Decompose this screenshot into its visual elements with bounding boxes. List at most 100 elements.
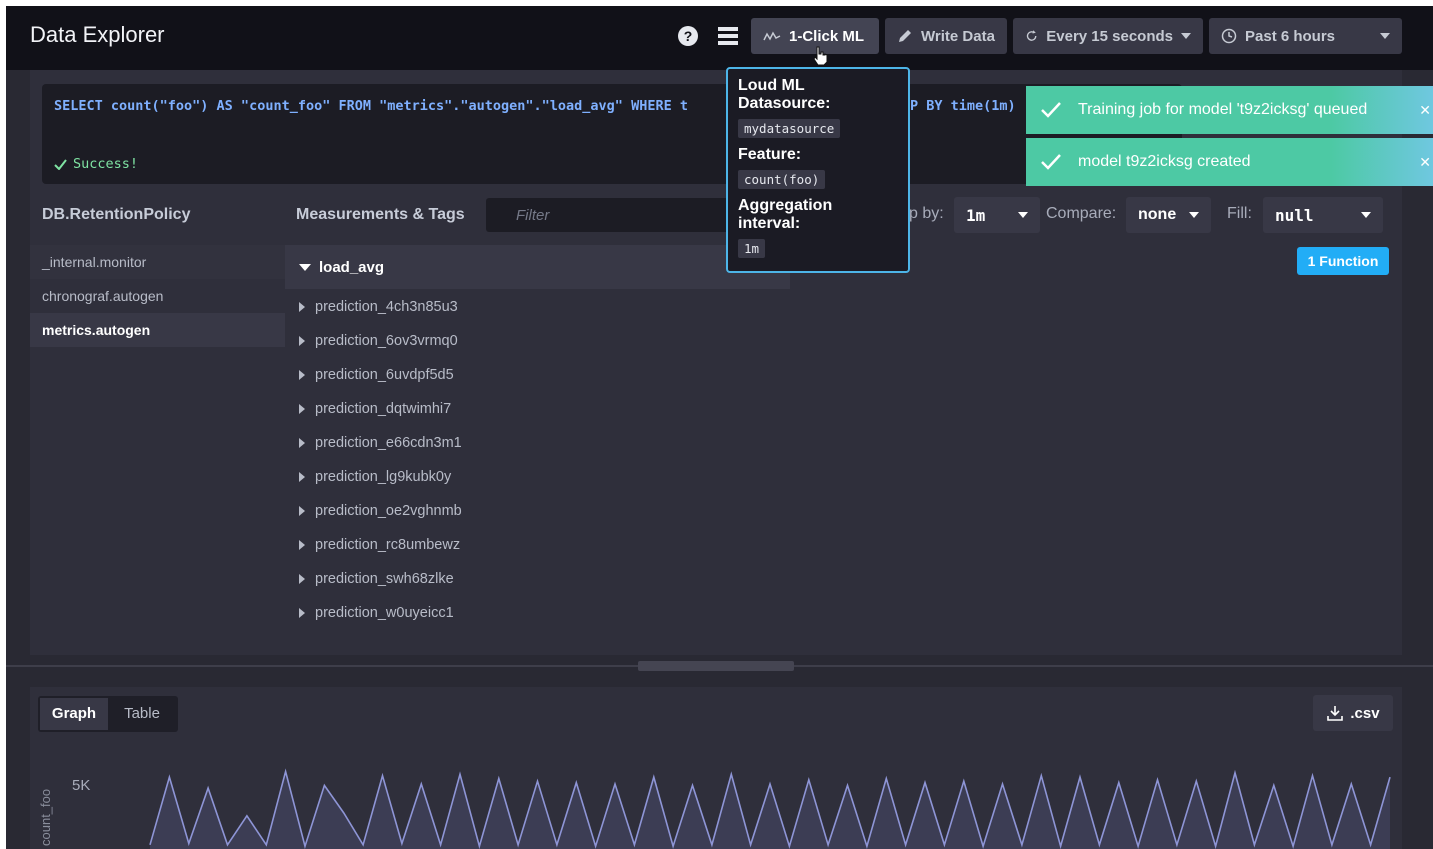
time-range-dropdown[interactable]: Past 6 hours — [1209, 18, 1402, 54]
chevron-down-icon — [1380, 33, 1390, 39]
query-text: SELECT count("foo") AS "count_foo" FROM … — [54, 98, 688, 114]
measurement-label: prediction_lg9kubk0y — [315, 469, 452, 485]
measurement-list: prediction_4ch3n85u3 prediction_6ov3vrmq… — [299, 290, 699, 630]
write-data-label: Write Data — [921, 27, 995, 45]
download-csv-label: .csv — [1350, 704, 1380, 722]
notification-text: Training job for model 't9z2icksg' queue… — [1078, 101, 1368, 118]
y-axis-label: count_foo — [38, 789, 53, 846]
measurement-label: prediction_oe2vghnmb — [315, 503, 462, 519]
clock-icon — [1221, 28, 1237, 44]
top-bar: Data Explorer ? 1-Click ML Write Data Ev… — [6, 6, 1433, 70]
compare-value: none — [1138, 206, 1177, 223]
compare-select[interactable]: none — [1126, 197, 1211, 233]
measurement-label: prediction_swh68zlke — [315, 571, 454, 587]
resize-handle[interactable] — [638, 661, 794, 671]
check-icon — [1041, 102, 1061, 118]
caret-right-icon — [299, 336, 305, 346]
close-icon[interactable]: ✕ — [1419, 102, 1431, 119]
caret-right-icon — [299, 608, 305, 618]
caret-right-icon — [299, 506, 305, 516]
measurement-item[interactable]: prediction_rc8umbewz — [299, 528, 699, 562]
table-list-icon[interactable] — [716, 24, 740, 48]
download-csv-button[interactable]: .csv — [1313, 695, 1393, 731]
chart-series — [149, 768, 1391, 849]
measurement-item[interactable]: prediction_w0uyeicc1 — [299, 596, 699, 630]
query-text-tail: P BY time(1m) — [910, 98, 1016, 114]
measurement-label: prediction_dqtwimhi7 — [315, 401, 452, 417]
datasource-label: Loud ML Datasource: — [738, 77, 831, 112]
database-item-selected[interactable]: metrics.autogen — [30, 313, 285, 347]
selected-measurement-label: load_avg — [319, 258, 385, 276]
group-by-label: p by: — [909, 205, 944, 222]
notification-model-created[interactable]: model t9z2icksg created ✕ — [1026, 138, 1433, 186]
caret-right-icon — [299, 370, 305, 380]
fill-select[interactable]: null — [1263, 197, 1383, 233]
svg-text:?: ? — [684, 28, 693, 44]
fill-label: Fill: — [1227, 205, 1252, 222]
measurement-item[interactable]: prediction_lg9kubk0y — [299, 460, 699, 494]
function-count-badge[interactable]: 1 Function — [1297, 247, 1389, 275]
time-range-label: Past 6 hours — [1245, 27, 1336, 45]
ml-tooltip: Loud ML Datasource: mydatasource Feature… — [726, 67, 910, 273]
selected-measurement[interactable]: load_avg — [285, 245, 790, 289]
db-retention-header: DB.RetentionPolicy — [42, 206, 191, 223]
measurement-item[interactable]: prediction_oe2vghnmb — [299, 494, 699, 528]
refresh-interval-dropdown[interactable]: Every 15 seconds — [1013, 18, 1203, 54]
measurement-item[interactable]: prediction_swh68zlke — [299, 562, 699, 596]
hand-cursor-icon — [813, 46, 828, 66]
measurement-label: prediction_rc8umbewz — [315, 537, 461, 553]
fill-value: null — [1275, 205, 1314, 225]
help-icon[interactable]: ? — [676, 24, 700, 48]
caret-right-icon — [299, 540, 305, 550]
view-tabs: Graph Table — [38, 696, 178, 732]
measurement-item[interactable]: prediction_dqtwimhi7 — [299, 392, 699, 426]
measurement-label: prediction_6ov3vrmq0 — [315, 333, 458, 349]
write-data-button[interactable]: Write Data — [885, 18, 1007, 54]
feature-label: Feature: — [738, 146, 802, 163]
measurement-item[interactable]: prediction_4ch3n85u3 — [299, 290, 699, 324]
app-window: Data Explorer ? 1-Click ML Write Data Ev… — [6, 6, 1433, 849]
chevron-down-icon — [1018, 212, 1028, 218]
measurement-label: prediction_6uvdpf5d5 — [315, 367, 454, 383]
ml-wave-icon — [763, 31, 781, 41]
group-by-select[interactable]: 1m — [954, 197, 1040, 233]
caret-right-icon — [299, 574, 305, 584]
download-icon — [1327, 706, 1344, 721]
interval-label: Aggregation interval: — [738, 197, 833, 232]
refresh-icon — [1026, 30, 1037, 41]
chevron-down-icon — [1361, 212, 1371, 218]
measurement-label: prediction_4ch3n85u3 — [315, 299, 458, 315]
check-icon — [54, 158, 67, 170]
feature-value: count(foo) — [738, 170, 826, 189]
caret-right-icon — [299, 302, 305, 312]
measurement-label: prediction_e66cdn3m1 — [315, 435, 462, 451]
query-status: Success! — [54, 156, 138, 172]
compare-label: Compare: — [1046, 205, 1117, 222]
measurement-item[interactable]: prediction_e66cdn3m1 — [299, 426, 699, 460]
query-editor[interactable]: SELECT count("foo") AS "count_foo" FROM … — [42, 84, 1182, 184]
measurement-item[interactable]: prediction_6ov3vrmq0 — [299, 324, 699, 358]
y-tick-label: 5K — [72, 777, 90, 794]
check-icon — [1041, 154, 1061, 170]
count-foo-chart: count_foo 5K — [38, 768, 1391, 849]
page-title: Data Explorer — [30, 22, 165, 47]
measurement-item[interactable]: prediction_6uvdpf5d5 — [299, 358, 699, 392]
pencil-icon — [899, 30, 911, 42]
database-list: _internal.monitor chronograf.autogen met… — [30, 245, 285, 347]
refresh-interval-label: Every 15 seconds — [1046, 27, 1173, 45]
interval-value: 1m — [738, 239, 766, 258]
datasource-value: mydatasource — [738, 119, 841, 138]
chevron-down-icon — [1189, 212, 1199, 218]
caret-right-icon — [299, 472, 305, 482]
measurement-label: prediction_w0uyeicc1 — [315, 605, 454, 621]
query-status-text: Success! — [73, 156, 139, 172]
notification-training-queued[interactable]: Training job for model 't9z2icksg' queue… — [1026, 86, 1433, 134]
close-icon[interactable]: ✕ — [1419, 154, 1431, 171]
database-item[interactable]: _internal.monitor — [30, 245, 285, 279]
measurement-filter-input[interactable] — [486, 198, 736, 232]
tab-table[interactable]: Table — [108, 698, 176, 730]
chevron-down-icon — [1181, 33, 1191, 39]
database-item[interactable]: chronograf.autogen — [30, 279, 285, 313]
tab-graph[interactable]: Graph — [40, 698, 108, 730]
one-click-ml-label: 1-Click ML — [789, 27, 865, 45]
